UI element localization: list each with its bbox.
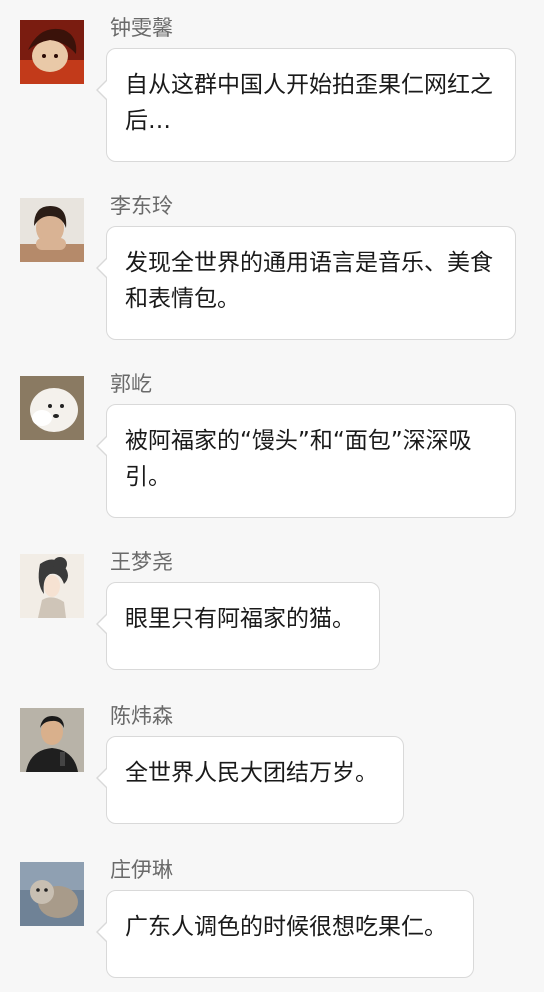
comment-text: 全世界人民大团结万岁。 [125, 760, 378, 786]
comment-bubble: 发现全世界的通用语言是音乐、美食和表情包。 [96, 226, 516, 340]
commenter-name[interactable]: 陈炜森 [110, 702, 173, 730]
avatar[interactable] [20, 554, 84, 618]
comment-text: 广东人调色的时候很想吃果仁。 [125, 914, 447, 940]
avatar[interactable] [20, 708, 84, 772]
avatar[interactable] [20, 198, 84, 262]
comment-bubble: 眼里只有阿福家的猫。 [96, 582, 380, 670]
commenter-name[interactable]: 王梦尧 [110, 548, 173, 576]
avatar[interactable] [20, 20, 84, 84]
avatar-image [20, 376, 84, 440]
comment-text: 被阿福家的“馒头”和“面包”深深吸引。 [125, 428, 472, 490]
commenter-name[interactable]: 庄伊琳 [110, 856, 173, 884]
avatar-image [20, 862, 84, 926]
commenter-name[interactable]: 李东玲 [110, 192, 173, 220]
comment-bubble: 广东人调色的时候很想吃果仁。 [96, 890, 474, 978]
comment-text: 眼里只有阿福家的猫。 [125, 606, 355, 632]
avatar[interactable] [20, 862, 84, 926]
avatar-image [20, 198, 84, 262]
comment-text: 发现全世界的通用语言是音乐、美食和表情包。 [125, 250, 493, 312]
comment-bubble: 被阿福家的“馒头”和“面包”深深吸引。 [96, 404, 516, 518]
avatar-image [20, 708, 84, 772]
comment-bubble: 自从这群中国人开始拍歪果仁网红之后… [96, 48, 516, 162]
avatar-image [20, 20, 84, 84]
comment-text: 自从这群中国人开始拍歪果仁网红之后… [125, 72, 493, 134]
comment-bubble: 全世界人民大团结万岁。 [96, 736, 404, 824]
commenter-name[interactable]: 钟雯馨 [110, 14, 173, 42]
avatar-image [20, 554, 84, 618]
avatar[interactable] [20, 376, 84, 440]
commenter-name[interactable]: 郭屹 [110, 370, 152, 398]
